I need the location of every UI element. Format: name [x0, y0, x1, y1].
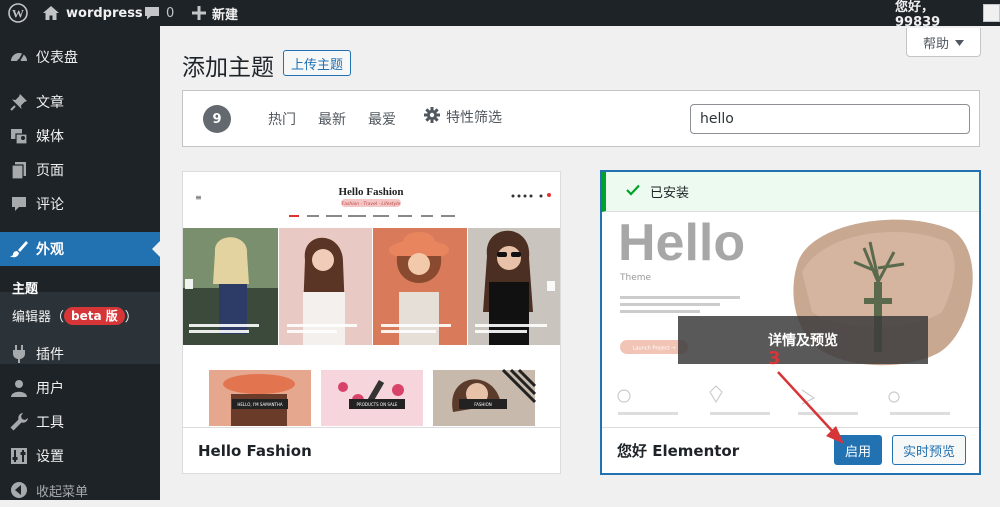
beta-badge: beta 版 — [64, 306, 125, 325]
checkmark-icon — [626, 184, 640, 200]
fashion-tag-1: HELLO, I'M SAMANTHA — [237, 402, 283, 407]
sidebar-item-settings[interactable]: 设置 — [0, 439, 160, 473]
tab-favorites[interactable]: 最爱 — [368, 109, 396, 129]
new-label: 新建 — [212, 7, 239, 23]
sidebar-item-label: 插件 — [36, 347, 64, 363]
theme-card-hello-fashion[interactable]: ≡ Hello Fashion Fashion · Travel · Lifes… — [182, 171, 561, 474]
elementor-sub-text: Theme — [619, 273, 652, 283]
svg-text:≡: ≡ — [195, 193, 202, 202]
pin-icon — [9, 92, 29, 112]
theme-screenshot: ≡ Hello Fashion Fashion · Travel · Lifes… — [183, 172, 560, 426]
page-title: 添加主题 — [182, 55, 274, 81]
media-icon — [9, 126, 29, 146]
details-preview-overlay[interactable]: 详情及预览 — [678, 316, 928, 364]
sidebar-item-appearance[interactable]: 外观 — [0, 232, 160, 266]
installed-notice: 已安装 — [602, 172, 979, 212]
sidebar-item-label: 文章 — [36, 95, 64, 111]
submenu-editor-close: ） — [124, 310, 138, 325]
sidebar-item-comments[interactable]: 评论 — [0, 187, 160, 221]
current-menu-arrow — [152, 241, 160, 257]
sidebar-item-label: 用户 — [36, 381, 64, 397]
dashboard-icon — [9, 47, 29, 67]
admin-bar: W wordpress 0 新建 您好，99839 — [0, 0, 1000, 30]
theme-count-badge: 9 — [203, 105, 231, 133]
sidebar-item-label: 设置 — [36, 449, 64, 465]
site-name-link[interactable]: wordpress — [42, 0, 143, 26]
fashion-tag-3: FASHION — [474, 402, 492, 407]
sidebar-item-label: 评论 — [36, 197, 64, 213]
sidebar-item-label: 页面 — [36, 163, 64, 179]
fashion-logo: Hello Fashion — [338, 186, 403, 198]
comment-count: 0 — [166, 5, 175, 21]
settings-icon — [9, 446, 29, 466]
collapse-icon — [9, 480, 29, 500]
sidebar-item-label: 收起菜单 — [36, 484, 89, 500]
wrench-icon — [9, 412, 29, 432]
submenu-editor-label: 编辑器（ — [12, 310, 65, 325]
upload-theme-button[interactable]: 上传主题 — [283, 50, 352, 76]
installed-label: 已安装 — [650, 186, 690, 201]
plus-icon — [192, 6, 206, 20]
sidebar-collapse-menu[interactable]: 收起菜单 — [0, 473, 160, 507]
fashion-tag-2: PRODUCTS ON SALE — [357, 402, 398, 407]
plugin-icon — [9, 344, 29, 364]
live-preview-button[interactable]: 实时预览 — [892, 435, 966, 465]
gear-icon — [424, 107, 440, 127]
account-menu[interactable]: 您好，99839 — [895, 0, 1000, 30]
comment-icon — [9, 194, 29, 214]
sidebar-item-tools[interactable]: 工具 — [0, 405, 160, 439]
sidebar-item-label: 工具 — [36, 415, 64, 431]
help-label: 帮助 — [922, 36, 949, 52]
submenu-item-themes[interactable]: 主题 — [12, 278, 152, 297]
feature-filter-label: 特性筛选 — [446, 110, 502, 126]
sidebar-item-label: 外观 — [36, 242, 64, 258]
new-content-link[interactable]: 新建 — [192, 0, 238, 26]
tab-popular[interactable]: 热门 — [268, 109, 296, 129]
feature-filter-button[interactable]: 特性筛选 — [424, 107, 502, 127]
avatar — [982, 4, 1000, 22]
fashion-tagline: Fashion · Travel · Lifestyle — [342, 201, 401, 207]
home-icon — [42, 5, 60, 21]
sidebar-item-label: 仪表盘 — [36, 50, 78, 66]
sidebar-item-plugins[interactable]: 插件 — [0, 337, 160, 371]
admin-sidebar: 仪表盘 文章 媒体 页面 评论 外观 主题 编辑器（ beta 版 ） 插件 用… — [0, 26, 160, 500]
greeting-text: 您好，99839 — [895, 0, 941, 30]
svg-text:W: W — [12, 7, 24, 21]
theme-search-input[interactable] — [690, 104, 970, 134]
sidebar-item-media[interactable]: 媒体 — [0, 119, 160, 153]
elementor-launch-button: Launch Project → — [633, 346, 676, 352]
comments-link[interactable]: 0 — [144, 0, 174, 26]
theme-name: Hello Fashion — [183, 427, 560, 473]
user-icon — [9, 378, 29, 398]
caret-down-icon — [955, 35, 964, 50]
sidebar-item-posts[interactable]: 文章 — [0, 85, 160, 119]
elementor-hero-text: Hello — [618, 214, 745, 272]
theme-filter-bar: 9 热门 最新 最爱 特性筛选 — [182, 90, 980, 147]
sidebar-item-pages[interactable]: 页面 — [0, 153, 160, 187]
sidebar-item-users[interactable]: 用户 — [0, 371, 160, 405]
site-name: wordpress — [66, 5, 143, 21]
tab-latest[interactable]: 最新 — [318, 109, 346, 129]
submenu-item-editor[interactable]: 编辑器（ beta 版 ） — [12, 306, 160, 325]
annotation-arrow-icon — [777, 371, 844, 444]
brush-icon — [9, 239, 29, 259]
sidebar-item-label: 媒体 — [36, 129, 64, 145]
sidebar-item-dashboard[interactable]: 仪表盘 — [0, 40, 160, 74]
help-tab-button[interactable]: 帮助 — [906, 28, 981, 57]
wordpress-logo-icon[interactable]: W — [8, 0, 28, 26]
page-icon — [9, 160, 29, 180]
comment-bubble-icon — [144, 5, 160, 21]
